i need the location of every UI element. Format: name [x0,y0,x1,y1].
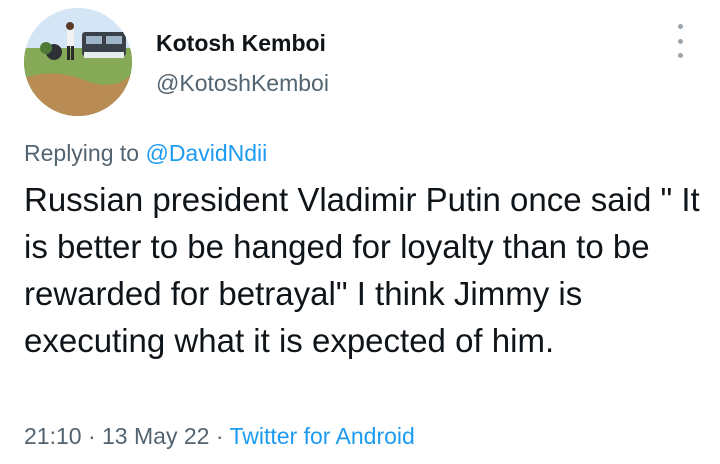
reply-mention-link[interactable]: @DavidNdii [145,140,267,166]
more-dot [677,38,683,44]
tweet-date[interactable]: 13 May 22 [102,423,209,449]
tweet-time[interactable]: 21:10 [24,423,82,449]
profile-photo-icon [24,8,132,116]
tweet-source-link[interactable]: Twitter for Android [229,423,414,449]
display-name[interactable]: Kotosh Kemboi [156,30,329,56]
author-block: Kotosh Kemboi @KotoshKemboi [156,30,329,96]
meta-separator: · [87,423,96,449]
avatar[interactable] [24,8,132,116]
replying-prefix: Replying to [24,140,140,166]
tweet-meta: 21:10 · 13 May 22 · Twitter for Android [24,422,415,450]
more-dot [677,53,683,58]
more-dot [677,24,683,29]
more-vertical-icon[interactable] [668,24,692,58]
user-handle[interactable]: @KotoshKemboi [156,70,329,96]
meta-separator: · [215,423,224,449]
replying-to: Replying to @DavidNdii [24,140,267,166]
tweet-text: Russian president Vladimir Putin once sa… [24,181,700,359]
